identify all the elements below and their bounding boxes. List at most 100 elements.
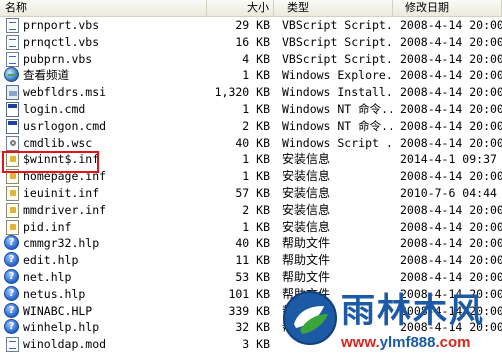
file-type: 安装信息 — [282, 169, 331, 184]
file-row[interactable]: ? net.hlp 53 KB 帮助文件 2008-4-14 20:00 — [0, 268, 502, 286]
file-name: mmdriver.inf — [23, 202, 107, 217]
file-row[interactable]: pid.inf 1 KB 安装信息 2008-4-14 20:00 — [0, 219, 502, 236]
file-size: 29 KB — [235, 18, 270, 32]
file-size: 1,320 KB — [214, 85, 270, 100]
file-type: 安装信息 — [282, 152, 331, 167]
file-modified: 2014-4-1 09:37 — [400, 152, 497, 167]
file-modified: 2008-4-14 20:00 — [400, 202, 502, 217]
file-row[interactable]: prnqctl.vbs 16 KB VBScript Script... 2008-4… — [0, 34, 502, 51]
file-row[interactable]: ieuinit.inf 57 KB 安装信息 2010-7-6 04:44 — [0, 185, 502, 202]
component-icon — [6, 135, 19, 151]
script-icon — [6, 34, 19, 50]
file-name: pid.inf — [23, 219, 72, 234]
file-type: VBScript Script... — [282, 51, 392, 66]
file-modified: 2008-4-14 20:00 — [400, 253, 502, 268]
file-icon-cell — [4, 336, 21, 353]
file-size: 16 KB — [235, 34, 270, 49]
file-modified: 2008-4-14 20:00 — [400, 85, 502, 100]
file-icon-cell — [4, 101, 21, 118]
file-type: 安装信息 — [282, 185, 331, 200]
file-list-view: 名称 大小 类型 修改日期 prnport.vbs 29 KB VBScript S… — [0, 0, 502, 364]
file-size: 1 KB — [242, 101, 270, 116]
command-icon — [6, 118, 19, 134]
file-size: 339 KB — [228, 303, 270, 318]
file-type: Windows Script ... — [282, 135, 392, 150]
watermark-url-suffix: .com — [435, 334, 471, 351]
column-header-modified-label: 修改日期 — [405, 1, 449, 14]
file-type: VBScript Script... — [282, 18, 392, 32]
file-type: 帮助文件 — [282, 236, 331, 251]
file-modified: 2008-4-14 20:00 — [400, 219, 502, 234]
file-size: 1 KB — [242, 68, 270, 83]
setup-info-icon — [6, 185, 19, 201]
file-row[interactable]: prnport.vbs 29 KB VBScript Script... 2008-4… — [0, 17, 502, 34]
help-icon: ? — [4, 252, 19, 268]
file-row[interactable]: ? cmmgr32.hlp 40 KB 帮助文件 2008-4-14 20:00 — [0, 235, 502, 252]
file-icon-cell — [4, 34, 21, 51]
file-type: 安装信息 — [282, 202, 331, 217]
file-icon-cell — [4, 219, 21, 236]
file-row[interactable]: 查看频道 1 KB Windows Explore... 2008-4-14 20:0… — [0, 67, 502, 84]
file-icon-cell — [4, 17, 21, 34]
file-name: winoldap.mod — [23, 337, 107, 352]
column-header-name-label: 名称 — [5, 1, 27, 14]
file-name: WINABC.HLP — [23, 303, 93, 318]
file-row[interactable]: mmdriver.inf 2 KB 安装信息 2008-4-14 20:00 — [0, 202, 502, 219]
file-size: 4 KB — [242, 51, 270, 66]
file-icon-cell — [4, 51, 21, 68]
command-icon — [6, 101, 19, 117]
file-modified: 2008-4-14 20:00 — [400, 101, 502, 116]
file-name: login.cmd — [23, 101, 86, 116]
file-icon — [6, 337, 19, 353]
file-type: VBScript Script... — [282, 34, 392, 49]
file-name: ieuinit.inf — [23, 185, 100, 200]
file-size: 1 KB — [242, 152, 270, 167]
file-row[interactable]: usrlogon.cmd 2 KB Windows NT 命令... 2008-4-1… — [0, 118, 502, 135]
file-row[interactable]: login.cmd 1 KB Windows NT 命令... 2008-4-14 2… — [0, 101, 502, 118]
file-name: winhelp.hlp — [23, 320, 100, 335]
file-icon-cell — [4, 135, 21, 152]
file-modified: 2008-4-14 20:00 — [400, 118, 502, 133]
help-icon: ? — [4, 285, 19, 301]
file-name: usrlogon.cmd — [23, 118, 107, 133]
file-size: 2 KB — [242, 202, 270, 217]
setup-info-icon — [6, 202, 19, 218]
column-header-size[interactable]: 大小 — [207, 0, 274, 16]
file-icon-cell: ? — [4, 252, 21, 269]
setup-info-icon — [6, 219, 19, 235]
file-size: 53 KB — [235, 269, 270, 284]
file-type: Windows NT 命令... — [282, 101, 392, 116]
file-size: 3 KB — [242, 337, 270, 352]
file-size: 1 KB — [242, 219, 270, 234]
file-size: 40 KB — [235, 236, 270, 251]
file-size: 11 KB — [235, 253, 270, 268]
file-row[interactable]: cmdlib.wsc 40 KB Windows Script ... 2008-4-… — [0, 135, 502, 152]
help-icon: ? — [4, 268, 19, 284]
watermark-url: www.ylmf888.com — [341, 334, 471, 352]
file-modified: 2010-7-6 04:44 — [400, 185, 497, 200]
column-header-modified[interactable]: 修改日期 — [393, 0, 502, 16]
file-size: 101 KB — [228, 286, 270, 301]
column-header-name[interactable]: 名称 — [0, 0, 207, 16]
file-type: Windows Explore... — [282, 68, 392, 83]
help-icon: ? — [4, 319, 19, 335]
column-header-size-label: 大小 — [247, 1, 269, 14]
file-icon-cell: ? — [4, 235, 21, 252]
file-modified: 2008-4-14 20:00 — [400, 169, 502, 184]
file-name: cmmgr32.hlp — [23, 236, 100, 251]
file-size: 2 KB — [242, 118, 270, 133]
file-size: 40 KB — [235, 135, 270, 150]
highlight-box — [2, 151, 99, 173]
site-watermark: 雨林木风 www.ylmf888.com — [281, 290, 502, 364]
file-name: prnport.vbs — [23, 18, 100, 32]
file-row[interactable]: pubprn.vbs 4 KB VBScript Script... 2008-4-1… — [0, 51, 502, 68]
file-size: 1 KB — [242, 169, 270, 184]
file-row[interactable]: webfldrs.msi 1,320 KB Windows Install... 20… — [0, 84, 502, 101]
file-name: netus.hlp — [23, 286, 86, 301]
file-type: Windows NT 命令... — [282, 118, 392, 133]
file-row[interactable]: ? edit.hlp 11 KB 帮助文件 2008-4-14 20:00 — [0, 252, 502, 269]
file-type: 安装信息 — [282, 219, 331, 234]
column-header-type[interactable]: 类型 — [274, 0, 393, 16]
file-type: 帮助文件 — [282, 253, 331, 268]
file-modified: 2008-4-14 20:00 — [400, 269, 502, 284]
